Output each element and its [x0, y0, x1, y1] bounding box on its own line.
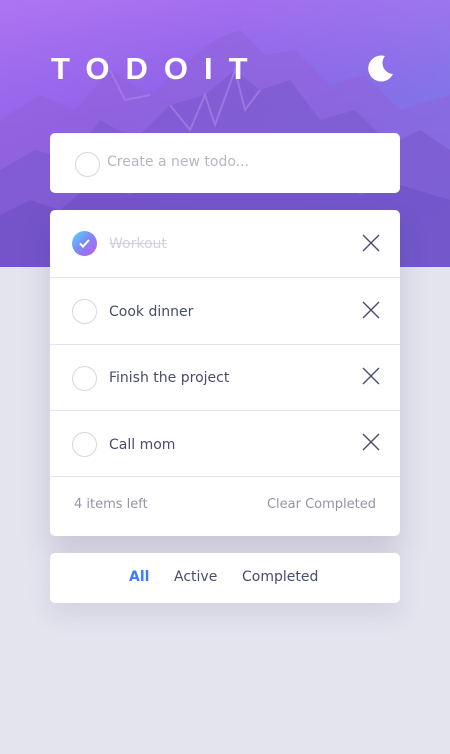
close-icon[interactable] — [362, 433, 380, 451]
new-todo-input[interactable] — [107, 149, 377, 175]
todo-item: Finish the project — [50, 345, 400, 411]
todo-checkbox[interactable] — [72, 299, 97, 324]
todo-item: Cook dinner — [50, 278, 400, 345]
todo-label[interactable]: Cook dinner — [109, 304, 193, 320]
new-todo-panel — [50, 133, 400, 193]
todo-list-footer: 4 items left Clear Completed — [50, 477, 400, 536]
close-icon[interactable] — [362, 234, 380, 252]
new-todo-check-circle[interactable] — [75, 152, 100, 177]
filter-completed[interactable]: Completed — [242, 569, 318, 585]
todo-item: Call mom — [50, 411, 400, 477]
filter-bar: All Active Completed — [50, 553, 400, 603]
moon-icon — [368, 55, 393, 82]
check-icon — [79, 239, 90, 248]
todo-checkbox[interactable] — [72, 231, 97, 256]
todo-checkbox[interactable] — [72, 432, 97, 457]
items-left-count: 4 items left — [74, 497, 148, 512]
todo-item: Workout — [50, 210, 400, 278]
close-icon[interactable] — [362, 367, 380, 385]
todo-label[interactable]: Call mom — [109, 437, 175, 453]
theme-toggle-button[interactable] — [366, 53, 396, 83]
todo-checkbox[interactable] — [72, 366, 97, 391]
filter-active[interactable]: Active — [174, 569, 217, 585]
clear-completed-button[interactable]: Clear Completed — [267, 497, 376, 512]
app-title: TODOIT — [51, 51, 264, 86]
filter-all[interactable]: All — [129, 569, 149, 585]
todo-label[interactable]: Workout — [109, 236, 167, 252]
close-icon[interactable] — [362, 301, 380, 319]
todo-label[interactable]: Finish the project — [109, 370, 229, 386]
todo-list: Workout Cook dinner Finish the project C… — [50, 210, 400, 536]
